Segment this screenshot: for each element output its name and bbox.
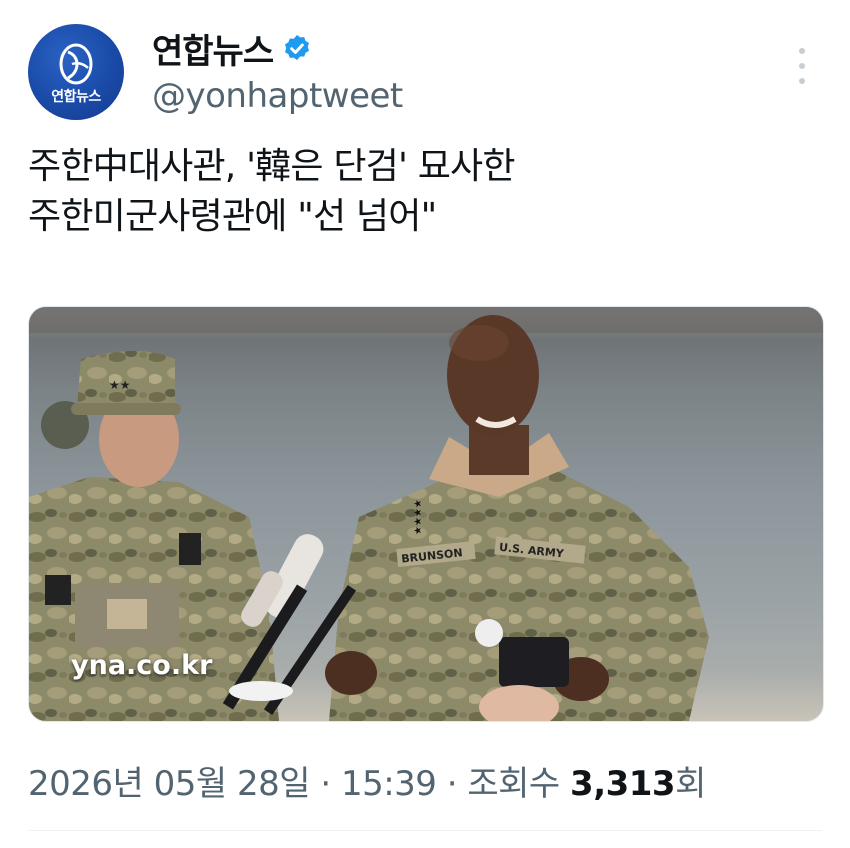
views-count[interactable]: 3,313	[570, 764, 676, 804]
radio-handset	[499, 637, 569, 687]
avatar[interactable]: 연합뉴스	[28, 24, 124, 120]
more-options-icon[interactable]	[796, 48, 808, 84]
radio-device	[45, 575, 71, 605]
post-time[interactable]: 15:39	[341, 764, 437, 804]
meta-separator: ·	[446, 764, 458, 804]
views-label: 조회수	[467, 764, 560, 804]
account-name[interactable]: 연합뉴스	[152, 24, 313, 73]
tweet-text-line: 주한中대사관, '韓은 단검' 묘사한	[28, 146, 515, 187]
recorder	[229, 681, 293, 701]
divider	[28, 830, 822, 831]
tweet-text-line: 주한미군사령관에 "선 넘어"	[28, 196, 437, 237]
yonhap-globe-icon	[59, 43, 93, 85]
left-hand	[325, 651, 377, 695]
avatar-label: 연합뉴스	[51, 89, 101, 105]
tweet-text: 주한中대사관, '韓은 단검' 묘사한 주한미군사령관에 "선 넘어"	[28, 142, 818, 242]
cap-stars: ★★	[109, 378, 131, 392]
more-dot	[799, 63, 805, 69]
shoreline	[29, 307, 823, 333]
vest-patch	[107, 599, 147, 629]
tweet-photo[interactable]: ★★ ★★★★ BRUNSON U.S. ARMY yna.co.kr	[28, 306, 824, 722]
more-dot	[799, 48, 805, 54]
handheld-mic	[475, 619, 503, 647]
radio-mic	[179, 533, 201, 565]
photo-watermark: yna.co.kr	[71, 650, 213, 681]
views-suffix: 회	[675, 764, 706, 804]
cap-brim	[71, 403, 181, 415]
tweet-metadata: 2026년 05월 28일 · 15:39 · 조회수 3,313회	[28, 756, 706, 805]
account-handle[interactable]: @yonhaptweet	[152, 76, 403, 116]
verified-badge-icon	[285, 34, 310, 60]
post-date[interactable]: 2026년 05월 28일	[28, 764, 311, 804]
rank-stars: ★★★★	[413, 499, 424, 535]
meta-separator: ·	[320, 764, 331, 804]
account-name-text: 연합뉴스	[152, 32, 274, 72]
head-highlight	[449, 325, 509, 361]
more-dot	[799, 78, 805, 84]
